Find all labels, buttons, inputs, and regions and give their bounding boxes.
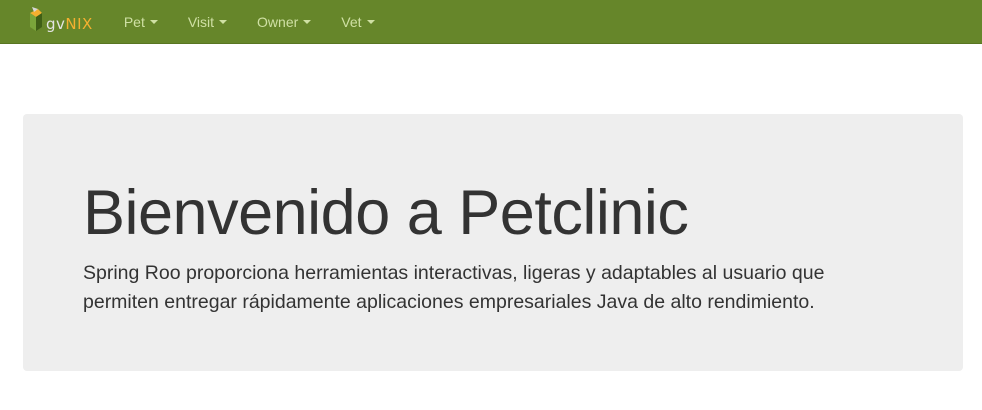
gvnix-logo-icon — [30, 6, 42, 31]
caret-down-icon — [219, 19, 228, 24]
nav-vet-dropdown[interactable]: Vet — [326, 0, 389, 44]
nav-item-label: Vet — [341, 13, 362, 30]
nav-visit-dropdown[interactable]: Visit — [173, 0, 242, 44]
brand-gv: gv — [46, 14, 66, 33]
nav-item-label: Visit — [187, 13, 215, 30]
nav-item-label: Owner — [257, 13, 299, 30]
brand-logo-link[interactable]: gvNIX — [0, 0, 93, 44]
caret-down-icon — [149, 19, 158, 24]
nav-item-label: Pet — [123, 13, 145, 30]
brand-name: gvNIX — [46, 14, 93, 33]
caret-down-icon — [303, 19, 312, 24]
nav-owner-dropdown[interactable]: Owner — [242, 0, 326, 44]
main-menu: Pet Visit Owner Vet — [109, 0, 390, 44]
nav-pet-dropdown[interactable]: Pet — [109, 0, 173, 44]
welcome-jumbotron: Bienvenido a Petclinic Spring Roo propor… — [23, 114, 963, 371]
welcome-title: Bienvenido a Petclinic — [83, 178, 689, 248]
top-navbar: gvNIX Pet Visit Owner Vet — [0, 0, 982, 44]
caret-down-icon — [366, 19, 375, 24]
welcome-description: Spring Roo proporciona herramientas inte… — [83, 262, 825, 313]
brand-nix: NIX — [65, 14, 93, 33]
